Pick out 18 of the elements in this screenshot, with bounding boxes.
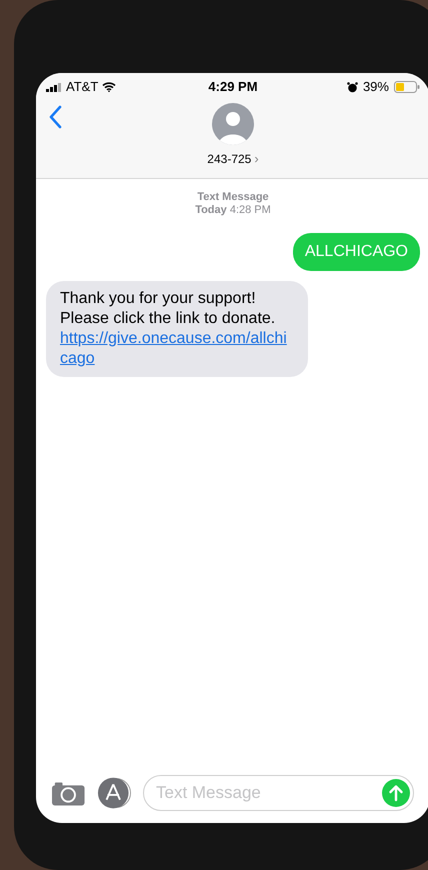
message-input-field[interactable]: Text Message [143,775,414,811]
carrier-name: AT&T [66,78,98,96]
signal-icon [46,82,62,92]
alarm-icon [346,82,358,92]
sent-message-bubble: ALLCHICAGO [292,232,420,270]
avatar-silhouette-icon[interactable] [212,103,254,145]
battery-percent: 39% [362,78,389,96]
message-text: Thank you for your support! Please click the link to donate. [60,288,276,328]
contact-name[interactable]: 243-725 › [207,149,259,168]
battery-icon [394,81,420,93]
camera-icon[interactable] [52,780,85,806]
app-store-icon[interactable] [96,777,131,809]
clock-time: 4:29 PM [208,78,258,96]
wifi-icon [102,82,116,92]
back-chevron-icon[interactable] [48,105,62,129]
thread-label: Text Message [197,190,269,204]
thread-timestamp: Today 4:28 PM [195,204,271,216]
donation-link[interactable]: https://give.onecause.com/allchicago [60,328,294,368]
